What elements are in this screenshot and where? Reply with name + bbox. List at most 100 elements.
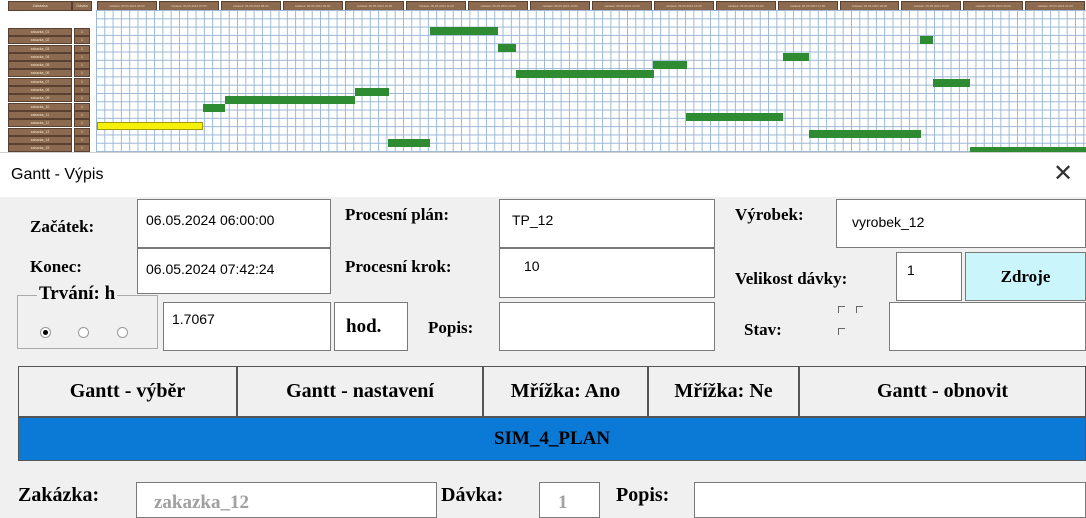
gantt-row-label: zakazka_13 1	[8, 127, 94, 136]
gantt-row-label: zakazka_15 1	[8, 144, 94, 152]
gantt-bar[interactable]	[783, 53, 809, 61]
gantt-row-davka: 1	[74, 77, 90, 86]
gantt-row-davka: 1	[74, 144, 90, 152]
mrizka-ne-button[interactable]: Mřížka: Ne	[648, 366, 799, 417]
gantt-row-label: zakazka_04 1	[8, 52, 94, 61]
gantt-row-davka: 1	[74, 135, 90, 144]
gantt-row-davka: 1	[74, 69, 90, 78]
gantt-row-label: zakazka_08 1	[8, 86, 94, 95]
gantt-row-davka: 1	[74, 36, 90, 45]
stav-label: Stav:	[744, 320, 782, 339]
stav-checkbox-2[interactable]	[856, 306, 863, 313]
gantt-date-header: začátek: 06.05.2024 06:00 začátek: 06.05.…	[96, 0, 1086, 11]
zakazka-field[interactable]: zakazka_12	[136, 482, 437, 518]
gantt-bar[interactable]	[203, 104, 225, 112]
popis2-label: Popis:	[616, 484, 670, 506]
procesni-plan-label: Procesní plán:	[345, 205, 450, 224]
stav-checkbox-1[interactable]	[838, 306, 845, 313]
gantt-row-davka: 1	[74, 127, 90, 136]
konec-label: Konec:	[30, 257, 82, 276]
popis-field[interactable]	[499, 302, 715, 351]
close-icon[interactable]: ✕	[1040, 153, 1086, 197]
gantt-row-name: zakazka_02	[8, 36, 72, 45]
gantt-bar[interactable]	[355, 88, 389, 96]
konec-field[interactable]: 06.05.2024 07:42:24	[137, 248, 331, 294]
gantt-nastaveni-button[interactable]: Gantt - nastavení	[237, 366, 483, 417]
gantt-obnovit-button[interactable]: Gantt - obnovit	[799, 366, 1086, 417]
gantt-bar[interactable]	[516, 70, 654, 78]
gantt-bar[interactable]	[920, 36, 933, 44]
gantt-bar[interactable]	[653, 61, 687, 69]
gantt-row-davka: 1	[74, 102, 90, 111]
trvani-label: Trvání: h	[37, 283, 118, 305]
gantt-row-name: zakazka_03	[8, 44, 72, 53]
gantt-row-label: zakazka_14 1	[8, 135, 94, 144]
gantt-row-label: zakazka_09 1	[8, 94, 94, 103]
gantt-bar[interactable]	[498, 44, 516, 52]
gantt-bar[interactable]	[388, 139, 430, 147]
trvani-radio-minutes[interactable]	[78, 327, 89, 338]
gantt-row-davka: 1	[74, 94, 90, 103]
zacatek-field[interactable]: 06.05.2024 06:00:00	[137, 199, 331, 248]
gantt-row-name: zakazka_14	[8, 135, 72, 144]
gantt-row-label: zakazka_12 1	[8, 119, 94, 128]
popis2-field[interactable]	[694, 482, 1086, 518]
corner-header-zakazka: Zakázka	[8, 1, 72, 11]
corner-header-davka: Dávka	[72, 1, 92, 11]
vyrobek-label: Výrobek:	[735, 205, 804, 224]
gantt-row-name: zakazka_11	[8, 110, 72, 119]
davka-field[interactable]: 1	[539, 482, 600, 518]
gantt-row-davka: 1	[74, 119, 90, 128]
gantt-row-name: zakazka_10	[8, 102, 72, 111]
gantt-row-label: zakazka_01 1	[8, 28, 94, 36]
mrizka-ano-button[interactable]: Mřížka: Ano	[483, 366, 648, 417]
gantt-row-label: zakazka_06 1	[8, 69, 94, 78]
gantt-row-label: zakazka_07 1	[8, 77, 94, 86]
zacatek-label: Začátek:	[30, 217, 95, 236]
zdroje-button[interactable]: Zdroje	[965, 252, 1086, 301]
gantt-chart[interactable]: Zakázka Dávka začátek: 06.05.2024 06:00 z…	[0, 0, 1086, 152]
vyrobek-field[interactable]: vyrobek_12	[836, 199, 1086, 248]
gantt-bar[interactable]	[809, 130, 921, 138]
gantt-row-name: zakazka_07	[8, 77, 72, 86]
gantt-row-name: zakazka_05	[8, 61, 72, 70]
dialog-title: Gantt - Výpis	[11, 166, 104, 183]
gantt-row-name: zakazka_01	[8, 28, 72, 36]
trvani-field[interactable]: 1.7067	[163, 302, 331, 351]
gantt-row-name: zakazka_09	[8, 94, 72, 103]
gantt-row-label: zakazka_05 1	[8, 61, 94, 70]
gantt-row-labels: zakazka_01 1 zakazka_02 1 zakazka_03 1 zakazka…	[8, 28, 94, 152]
procesni-plan-field[interactable]: TP_12	[499, 199, 715, 248]
gantt-row-label: zakazka_02 1	[8, 36, 94, 45]
procesni-krok-label: Procesní krok:	[345, 257, 452, 276]
plan-name-banner: SIM_4_PLAN	[18, 417, 1086, 461]
gantt-row-davka: 1	[74, 110, 90, 119]
gantt-bar[interactable]	[430, 27, 498, 35]
gantt-bar[interactable]	[933, 79, 970, 87]
gantt-row-label: zakazka_11 1	[8, 110, 94, 119]
stav-field[interactable]	[889, 302, 1086, 351]
gantt-row-davka: 1	[74, 61, 90, 70]
zakazka-label: Zakázka:	[18, 484, 100, 506]
dialog-title-bar: Gantt - Výpis ✕	[0, 153, 1086, 197]
gantt-row-name: zakazka_08	[8, 86, 72, 95]
gantt-row-label: zakazka_10 1	[8, 102, 94, 111]
gantt-row-name: zakazka_04	[8, 52, 72, 61]
trvani-radio-hours[interactable]	[40, 327, 51, 338]
velikost-davky-label: Velikost dávky:	[735, 269, 848, 288]
popis-label: Popis:	[428, 318, 474, 337]
trvani-radio-seconds[interactable]	[117, 327, 128, 338]
velikost-davky-field[interactable]: 1	[896, 252, 962, 301]
stav-checkbox-3[interactable]	[838, 328, 845, 335]
gantt-vyber-button[interactable]: Gantt - výběr	[18, 366, 237, 417]
gantt-row-label: zakazka_03 1	[8, 44, 94, 53]
hod-unit-box: hod.	[334, 302, 408, 351]
gantt-bar[interactable]	[686, 113, 783, 121]
gantt-row-davka: 1	[74, 86, 90, 95]
gantt-row-name: zakazka_12	[8, 119, 72, 128]
gantt-row-name: zakazka_13	[8, 127, 72, 136]
procesni-krok-field[interactable]: 10	[499, 248, 715, 298]
gantt-bar-selected[interactable]	[97, 122, 203, 130]
gantt-bar[interactable]	[225, 96, 355, 104]
davka-label: Dávka:	[441, 484, 504, 506]
